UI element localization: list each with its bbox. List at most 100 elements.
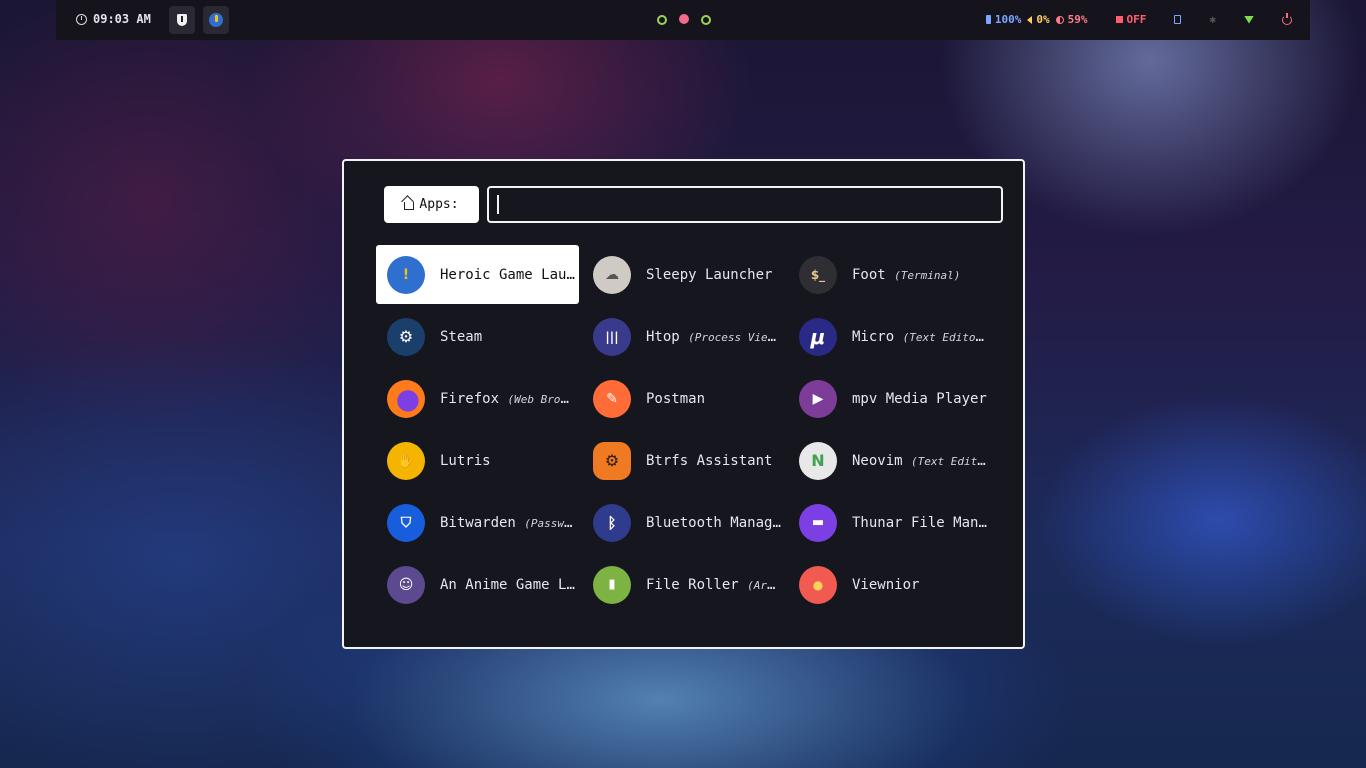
brightness-value: 59% [1067, 13, 1088, 26]
app-entry-thunar[interactable]: ▬ Thunar File Manager [788, 493, 991, 552]
power-button[interactable] [1282, 12, 1292, 25]
app-comment: (Password Manager) [524, 516, 575, 530]
battery-icon [985, 15, 991, 24]
heroic-icon: ! [387, 255, 425, 294]
app-comment: (Text Editor) [911, 454, 987, 468]
firefox-icon [387, 379, 425, 418]
workspace-dot-active[interactable] [679, 14, 689, 24]
app-name: Bluetooth Manager [646, 514, 781, 531]
app-entry-btrfs[interactable]: ⚙ Btrfs Assistant [582, 431, 785, 490]
app-name: Btrfs Assistant [646, 452, 773, 469]
postman-icon: ✎ [593, 379, 631, 418]
clock: 09:03 AM [76, 12, 151, 26]
sleepy-launcher-icon: ☁ [593, 255, 631, 294]
app-entry-micro[interactable]: μ Micro (Text Editor) [788, 307, 991, 366]
battery-indicator[interactable]: 100% [985, 13, 1022, 26]
app-entry-heroic[interactable]: ! Heroic Game Launcher [376, 245, 579, 304]
app-name: Htop [646, 328, 680, 345]
app-name: Thunar File Manager [852, 514, 987, 531]
workspace-1[interactable] [169, 6, 195, 34]
home-icon [404, 202, 415, 210]
app-entry-lutris[interactable]: ✋ Lutris [376, 431, 579, 490]
steam-icon: ⚙ [387, 317, 425, 356]
search-input[interactable] [487, 186, 1003, 223]
record-icon [1115, 16, 1123, 23]
clock-icon [76, 13, 87, 25]
micro-icon: μ [799, 317, 837, 356]
app-name: File Roller [646, 576, 739, 593]
app-name: Heroic Game Launcher [440, 266, 575, 283]
terminal-icon: $_ [799, 255, 837, 294]
app-name: Micro [852, 328, 895, 345]
folder-icon: ▬ [799, 503, 837, 542]
app-entry-bitwarden[interactable]: ⛉ Bitwarden (Password Manager) [376, 493, 579, 552]
app-launcher: Apps: ! Heroic Game Launcher ☁ Sleepy La… [342, 159, 1025, 649]
volume-value: 0% [1036, 13, 1050, 26]
app-name: Viewnior [852, 576, 920, 593]
app-name: Sleepy Launcher [646, 266, 773, 283]
app-entry-anime-game[interactable]: ☺ An Anime Game Launcher [376, 555, 579, 614]
bitwarden-icon: ⛉ [387, 503, 425, 542]
app-entry-mpv[interactable]: ▶ mpv Media Player [788, 369, 991, 428]
workspace-dot[interactable] [657, 15, 667, 25]
app-name: mpv Media Player [852, 390, 987, 407]
top-bar: 09:03 AM 100% 0% 59% OFF ✱ [56, 0, 1310, 40]
htop-icon: ||| [593, 317, 631, 356]
anime-game-launcher-icon: ☺ [387, 565, 425, 604]
volume-indicator[interactable]: 0% [1027, 13, 1050, 26]
clipboard-button[interactable] [1174, 15, 1182, 24]
workspace-dots [657, 14, 711, 25]
power-icon [1282, 12, 1292, 25]
app-name: Postman [646, 390, 706, 407]
app-entry-neovim[interactable]: N Neovim (Text Editor) [788, 431, 991, 490]
app-entry-firefox[interactable]: Firefox (Web Browser) [376, 369, 579, 428]
app-entry-postman[interactable]: ✎ Postman [582, 369, 785, 428]
text-caret [497, 195, 499, 214]
lutris-icon: ✋ [387, 441, 425, 480]
clock-time: 09:03 AM [93, 12, 151, 26]
wifi-icon [1244, 15, 1254, 24]
launcher-prompt: Apps: [384, 186, 479, 223]
bluetooth-icon: ᛒ [593, 503, 631, 542]
app-entry-htop[interactable]: ||| Htop (Process Viewer) [582, 307, 785, 366]
image-viewer-icon: ● [799, 565, 837, 604]
app-entry-bluetooth[interactable]: ᛒ Bluetooth Manager [582, 493, 785, 552]
shield-icon [177, 14, 187, 26]
app-entry-file-roller[interactable]: ▮ File Roller (Archive Manager) [582, 555, 785, 614]
app-comment: (Process Viewer) [688, 330, 781, 344]
app-name: Bitwarden [440, 514, 516, 531]
archive-icon: ▮ [593, 565, 631, 604]
workspace-2[interactable] [203, 6, 229, 34]
app-name: Foot [852, 266, 886, 283]
app-comment: (Archive Manager) [747, 578, 781, 592]
bluetooth-icon: ✱ [1209, 13, 1216, 26]
recording-indicator[interactable]: OFF [1115, 13, 1147, 26]
play-icon: ▶ [799, 379, 837, 418]
app-comment: (Terminal) [894, 268, 961, 282]
btrfs-assistant-icon: ⚙ [593, 441, 631, 480]
app-name: Steam [440, 328, 483, 345]
brightness-indicator[interactable]: 59% [1055, 13, 1088, 26]
heroic-icon [209, 13, 223, 27]
status-area: 100% 0% 59% OFF ✱ [985, 12, 1310, 26]
app-name: Firefox [440, 390, 500, 407]
bluetooth-button[interactable]: ✱ [1209, 13, 1216, 26]
network-button[interactable] [1244, 15, 1254, 24]
app-entry-foot[interactable]: $_ Foot (Terminal) [788, 245, 991, 304]
app-comment: (Text Editor) [902, 330, 987, 344]
app-entry-steam[interactable]: ⚙ Steam [376, 307, 579, 366]
app-comment: (Web Browser) [507, 392, 575, 406]
recording-value: OFF [1126, 13, 1147, 26]
neovim-icon: N [799, 441, 837, 480]
app-name: Neovim [852, 452, 903, 469]
app-name: Lutris [440, 452, 491, 469]
app-entry-viewnior[interactable]: ● Viewnior [788, 555, 991, 614]
brightness-icon [1055, 15, 1064, 24]
volume-icon [1027, 15, 1033, 24]
app-entry-sleepy[interactable]: ☁ Sleepy Launcher [582, 245, 785, 304]
battery-value: 100% [994, 13, 1022, 26]
prompt-label: Apps: [419, 197, 459, 212]
clipboard-icon [1174, 15, 1182, 24]
workspace-dot[interactable] [701, 15, 711, 25]
app-name: An Anime Game Launcher [440, 576, 575, 593]
